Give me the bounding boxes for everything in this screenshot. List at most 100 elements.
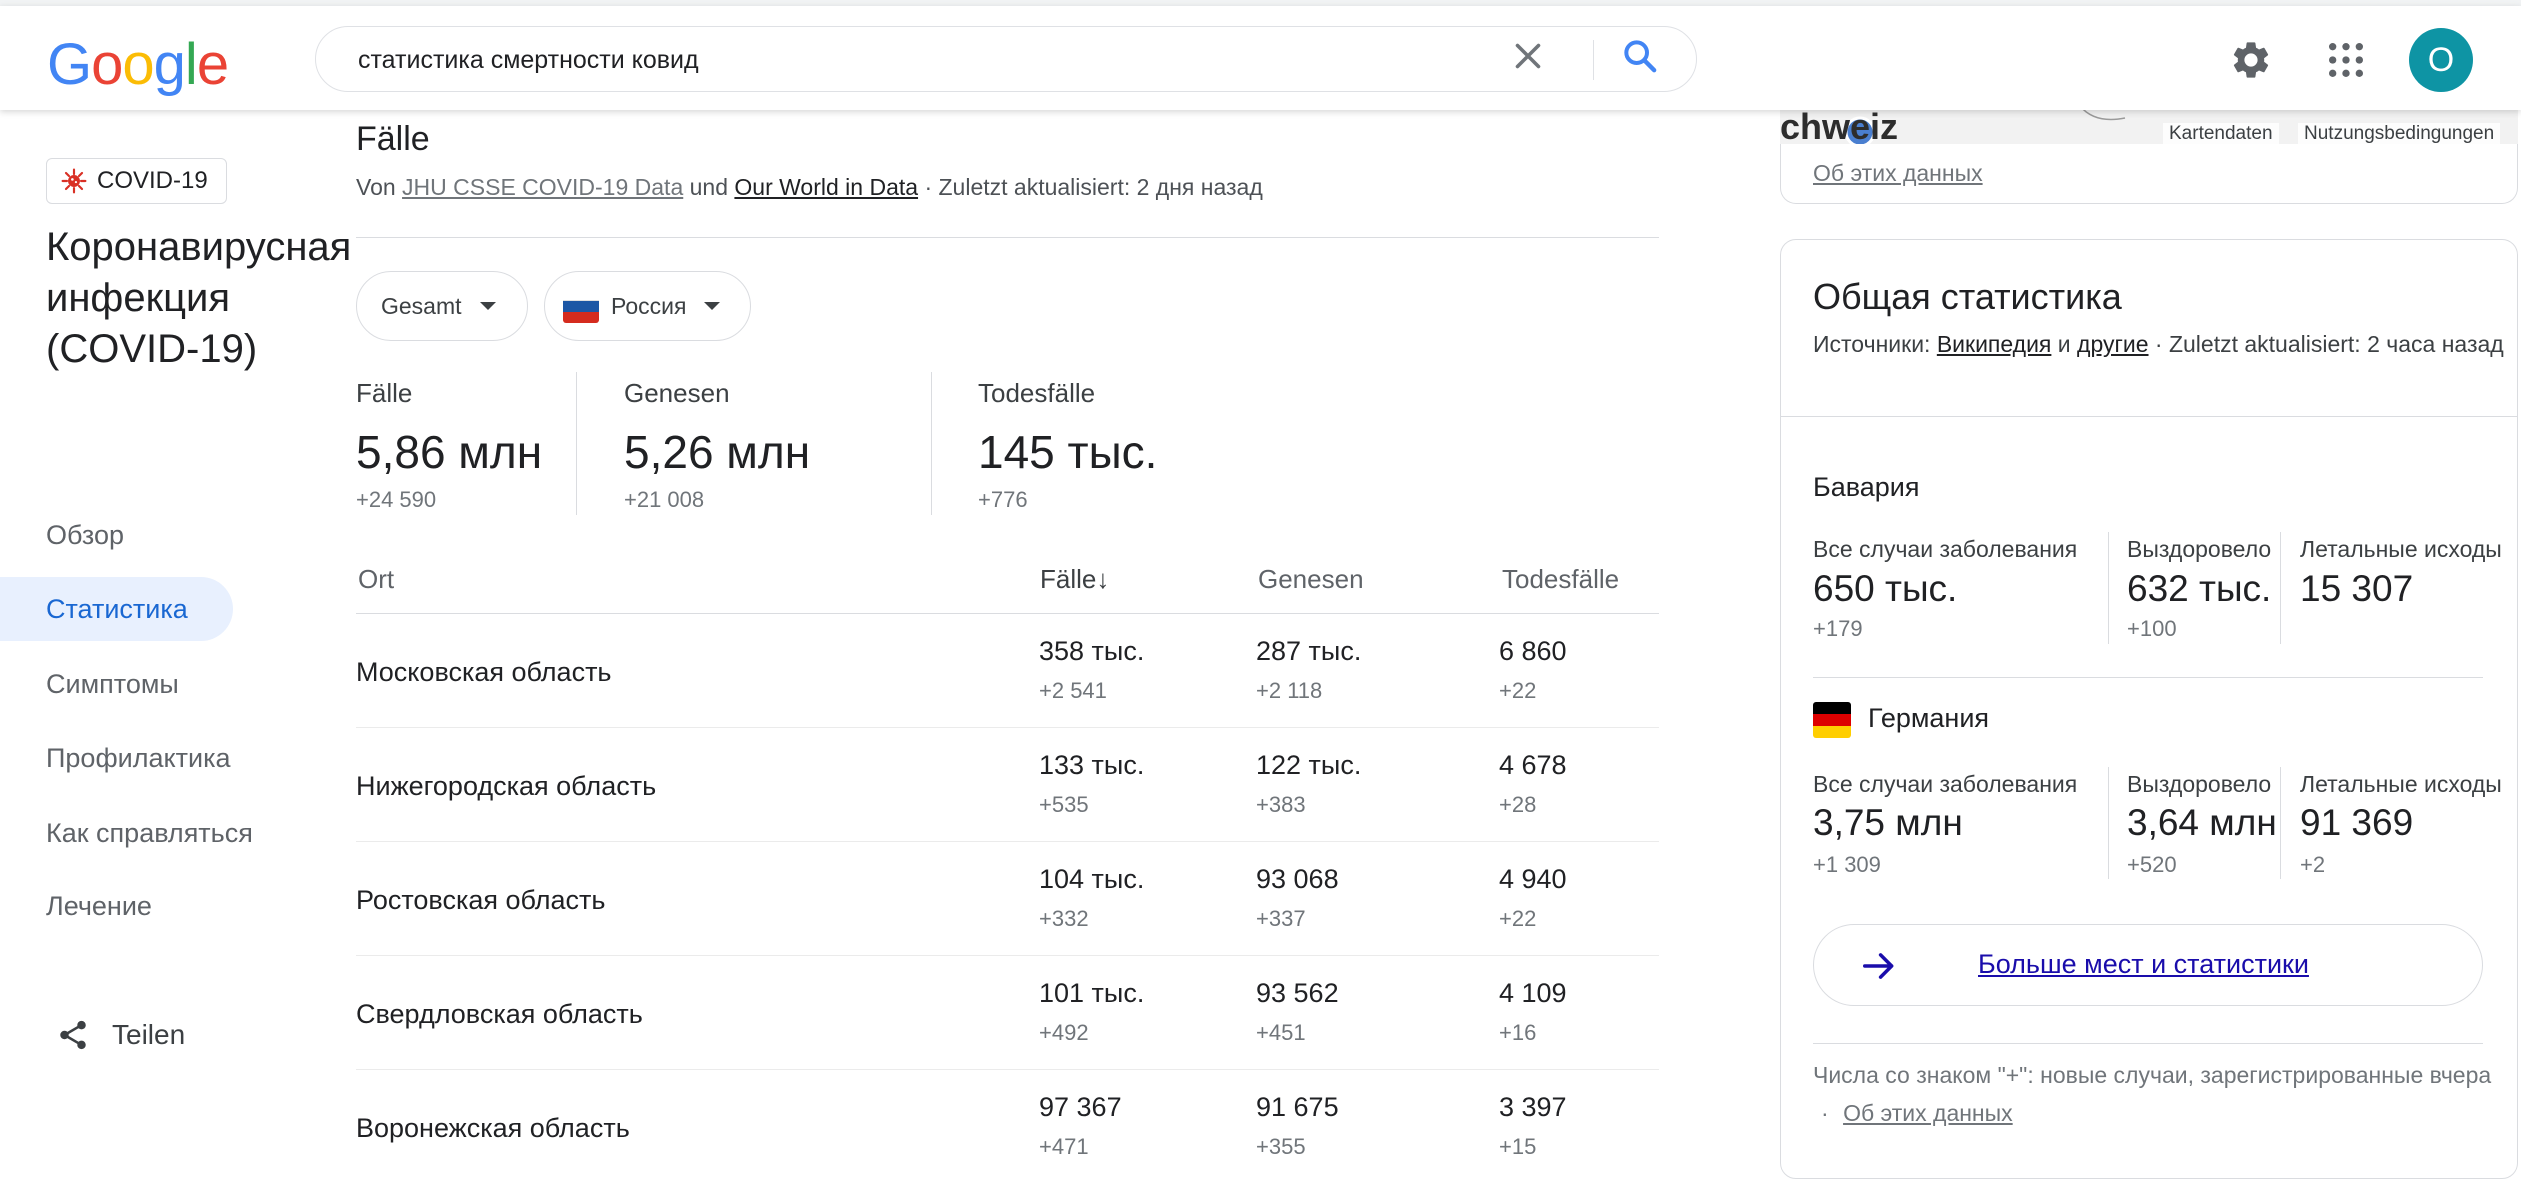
- row-recovered: 93 068: [1256, 864, 1339, 894]
- footnote-about-link[interactable]: Об этих данных: [1843, 1100, 2013, 1126]
- sidebar-item-coping[interactable]: Как справляться: [46, 813, 253, 853]
- source-updated: · Zuletzt aktualisiert: 2 дня назад: [924, 174, 1263, 200]
- country-dropdown[interactable]: Россия: [544, 271, 751, 341]
- share-icon: [60, 1020, 86, 1050]
- wikipedia-link[interactable]: Википедия: [1937, 331, 2052, 357]
- summary-recovered-label: Genesen: [624, 378, 730, 408]
- region-stat-label: Летальные исходы: [2300, 536, 2502, 562]
- stats-source-prefix: Источники:: [1813, 331, 1931, 357]
- row-cases-delta: +492: [1039, 1020, 1089, 1045]
- row-deaths: 4 678: [1499, 750, 1567, 780]
- search-box: [315, 26, 1697, 92]
- sidebar-item-statistics[interactable]: Статистика: [46, 589, 188, 629]
- stat-divider: [2108, 767, 2109, 879]
- region-name: Германия: [1868, 703, 1990, 733]
- row-recovered: 122 тыс.: [1256, 750, 1362, 780]
- sidebar-item-prevention[interactable]: Профилактика: [46, 738, 231, 778]
- map-label: chweiz: [1780, 106, 1899, 144]
- search-icon[interactable]: [1620, 36, 1660, 76]
- row-recovered: 287 тыс.: [1256, 636, 1362, 666]
- column-header-place[interactable]: Ort: [358, 564, 394, 595]
- row-deaths-delta: +28: [1499, 792, 1537, 817]
- summary-divider: [931, 372, 932, 515]
- summary-deaths-value: 145 тыс.: [978, 426, 1158, 478]
- sidebar-item-symptoms[interactable]: Симптомы: [46, 664, 179, 704]
- sidebar-item-overview[interactable]: Обзор: [46, 515, 124, 555]
- chevron-down-icon: [704, 302, 721, 310]
- column-header-deaths[interactable]: Todesfälle: [1502, 564, 1619, 595]
- sort-down-icon: ↓: [1096, 564, 1110, 594]
- gear-icon[interactable]: [2229, 38, 2273, 82]
- stat-divider: [2280, 532, 2281, 644]
- period-dropdown-label: Gesamt: [381, 292, 462, 319]
- section-heading: Fälle: [356, 120, 430, 158]
- row-cases-delta: +471: [1039, 1134, 1089, 1159]
- summary-recovered-value: 5,26 млн: [624, 426, 811, 478]
- table-row[interactable]: Ростовская область 104 тыс. +332 93 068 …: [356, 842, 1659, 956]
- footnote-text: Числа со знаком "+": новые случаи, зарег…: [1813, 1062, 2492, 1088]
- row-deaths: 4 109: [1499, 978, 1567, 1008]
- google-logo[interactable]: Google: [47, 36, 229, 94]
- table-row[interactable]: Нижегородская область 133 тыс. +535 122 …: [356, 728, 1659, 842]
- footnote: Числа со знаком "+": новые случаи, зарег…: [1813, 1056, 2493, 1132]
- others-link[interactable]: другие: [2077, 331, 2148, 357]
- search-input[interactable]: [356, 39, 1510, 81]
- region-stat-value: 91 369: [2300, 802, 2414, 843]
- topic-title: Коронавирусная инфекция (COVID-19): [46, 225, 352, 371]
- map-data-link[interactable]: Kartendaten: [2163, 123, 2279, 145]
- row-cases-delta: +2 541: [1039, 678, 1107, 703]
- sidebar-item-treatment[interactable]: Лечение: [46, 886, 152, 926]
- row-deaths-delta: +16: [1499, 1020, 1537, 1045]
- apps-grid-icon[interactable]: [2326, 40, 2366, 80]
- stat-divider: [2280, 767, 2281, 879]
- column-header-cases-label: Fälle: [1040, 564, 1097, 594]
- row-recovered-delta: +451: [1256, 1020, 1306, 1045]
- column-header-recovered[interactable]: Genesen: [1258, 564, 1364, 595]
- row-cases-delta: +535: [1039, 792, 1089, 817]
- region-stat-label: Все случаи заболевания: [1813, 536, 2078, 562]
- row-deaths-delta: +15: [1499, 1134, 1537, 1159]
- about-data-link[interactable]: Об этих данных: [1813, 160, 1983, 187]
- divider: [1813, 1043, 2483, 1044]
- more-places-label: Больше мест и статистики: [1978, 949, 2309, 979]
- column-header-cases[interactable]: Fälle↓: [1040, 564, 1109, 595]
- avatar[interactable]: O: [2409, 28, 2473, 92]
- share-button[interactable]: Teilen: [56, 1018, 185, 1052]
- footnote-separator: ·: [1821, 1100, 1829, 1126]
- close-icon[interactable]: [1510, 38, 1546, 74]
- table-row[interactable]: Воронежская область 97 367 +471 91 675 +…: [356, 1070, 1659, 1184]
- owid-source-link[interactable]: Our World in Data: [734, 174, 918, 200]
- region-stat-label: Выздоровело: [2127, 536, 2272, 562]
- row-place: Нижегородская область: [356, 771, 657, 801]
- covid-topic-chip[interactable]: COVID-19: [46, 158, 227, 204]
- row-cases: 133 тыс.: [1039, 750, 1145, 780]
- region-stat-delta: +100: [2127, 616, 2177, 641]
- row-recovered-delta: +383: [1256, 792, 1306, 817]
- period-dropdown[interactable]: Gesamt: [356, 271, 528, 341]
- russia-flag-icon: [563, 289, 599, 323]
- summary-deaths-delta: +776: [978, 487, 1028, 512]
- table-row[interactable]: Свердловская область 101 тыс. +492 93 56…: [356, 956, 1659, 1070]
- region-stat-delta: +520: [2127, 852, 2177, 877]
- row-cases: 104 тыс.: [1039, 864, 1145, 894]
- table-row[interactable]: Московская область 358 тыс. +2 541 287 т…: [356, 614, 1659, 728]
- region-stat-value: 3,75 млн: [1813, 802, 1963, 843]
- arrow-right-icon: [1863, 953, 1894, 979]
- map-terms-link[interactable]: Nutzungsbedingungen: [2298, 123, 2501, 145]
- stats-card-title: Общая статистика: [1813, 276, 2122, 317]
- divider: [1813, 677, 2483, 678]
- row-place: Ростовская область: [356, 885, 606, 915]
- stat-divider: [2108, 532, 2109, 644]
- row-deaths: 3 397: [1499, 1092, 1567, 1122]
- summary-deaths-label: Todesfälle: [978, 378, 1096, 408]
- jhu-source-link[interactable]: JHU CSSE COVID-19 Data: [402, 174, 683, 200]
- country-dropdown-label: Россия: [611, 292, 687, 319]
- region-stat-value: 632 тыс.: [2127, 568, 2272, 609]
- row-recovered-delta: +355: [1256, 1134, 1306, 1159]
- divider: [1781, 416, 2517, 417]
- more-places-button[interactable]: Больше мест и статистики: [1813, 924, 2483, 1006]
- row-deaths: 6 860: [1499, 636, 1567, 666]
- row-place: Московская область: [356, 657, 612, 687]
- region-stat-value: 15 307: [2300, 568, 2414, 609]
- region-stat-delta: +2: [2300, 852, 2326, 877]
